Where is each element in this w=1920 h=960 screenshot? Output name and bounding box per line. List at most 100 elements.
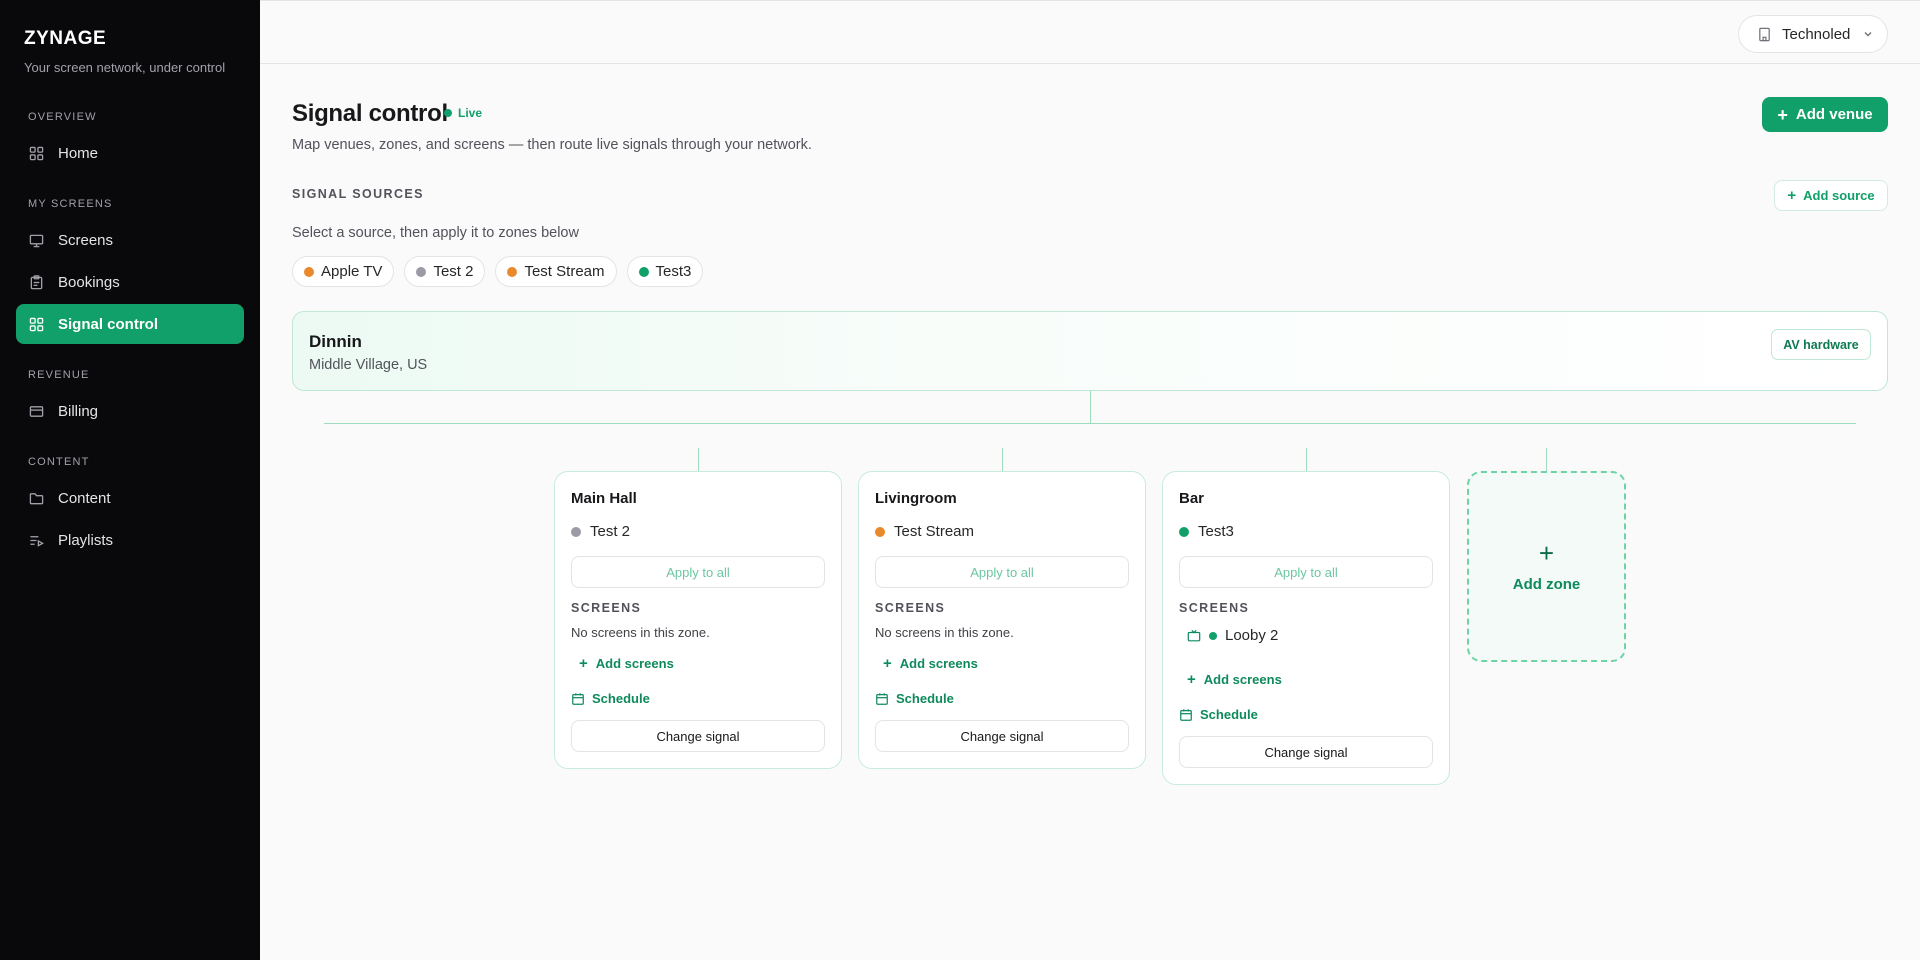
change-signal-button[interactable]: Change signal	[1179, 736, 1433, 768]
connector-line	[698, 448, 699, 471]
status-dot-icon	[571, 526, 581, 537]
plus-icon: +	[1787, 187, 1797, 204]
status-badge: Live	[444, 106, 482, 120]
screen-item[interactable]: Looby 2	[1187, 627, 1278, 644]
venue-location: Middle Village, US	[309, 357, 428, 373]
add-source-button[interactable]: + Add source	[1774, 180, 1888, 211]
zone-signal: Test 2	[571, 523, 630, 540]
sidebar-item-playlists[interactable]: Playlists	[16, 520, 244, 560]
grid-icon	[28, 316, 44, 332]
screens-heading: SCREENS	[571, 601, 642, 615]
status-dot-icon	[875, 526, 885, 537]
status-dot-icon	[416, 266, 427, 277]
add-zone-label: Add zone	[1512, 576, 1581, 593]
live-dot-icon	[444, 109, 452, 117]
screens-heading: SCREENS	[875, 601, 946, 615]
source-chip-label: Test3	[655, 263, 692, 280]
org-name: Technoled	[1782, 25, 1851, 43]
signal-sources-heading: SIGNAL SOURCES	[292, 187, 424, 201]
zone-signal-label: Test3	[1198, 523, 1234, 540]
zone-card-bar[interactable]: Bar Test3 Apply to all SCREENS Looby 2 +…	[1162, 471, 1450, 785]
sidebar-item-screens[interactable]: Screens	[16, 220, 244, 260]
zone-card-main-hall[interactable]: Main Hall Test 2 Apply to all SCREENS No…	[554, 471, 842, 769]
source-chips: Apple TV Test 2 Test Stream Test3	[292, 256, 704, 287]
status-dot-icon	[1179, 526, 1189, 537]
folder-icon	[28, 490, 44, 506]
credit-card-icon	[28, 403, 44, 419]
sidebar-item-label: Billing	[58, 402, 99, 420]
brand-logo: ZYNAGE	[24, 28, 107, 49]
sidebar-item-label: Signal control	[58, 315, 159, 333]
connector-line	[1002, 448, 1003, 471]
zone-signal-label: Test 2	[590, 523, 631, 540]
nav-section-my-screens: MY SCREENS	[28, 198, 113, 210]
venue-card[interactable]: Dinnin Middle Village, US AV hardware	[292, 311, 1888, 391]
apply-to-all-button[interactable]: Apply to all	[1179, 556, 1433, 588]
status-label: Live	[458, 106, 483, 120]
sidebar-item-home[interactable]: Home	[16, 133, 244, 173]
add-screens-button[interactable]: + Add screens	[883, 655, 978, 672]
chevron-down-icon	[1862, 28, 1874, 40]
connector-line	[324, 423, 1856, 424]
schedule-link[interactable]: Schedule	[571, 691, 650, 706]
add-screens-label: Add screens	[1203, 672, 1282, 687]
add-venue-label: Add venue	[1795, 106, 1873, 123]
add-venue-button[interactable]: + Add venue	[1762, 97, 1888, 132]
sidebar-item-label: Bookings	[58, 273, 120, 291]
sidebar: ZYNAGE Your screen network, under contro…	[0, 0, 260, 960]
org-selector[interactable]: Technoled	[1738, 15, 1888, 53]
add-screens-label: Add screens	[595, 656, 674, 671]
zone-name: Bar	[1179, 490, 1205, 507]
change-signal-button[interactable]: Change signal	[875, 720, 1129, 752]
apply-to-all-button[interactable]: Apply to all	[875, 556, 1129, 588]
screens-heading: SCREENS	[1179, 601, 1250, 615]
venue-name: Dinnin	[309, 332, 362, 351]
schedule-link[interactable]: Schedule	[1179, 707, 1258, 722]
status-dot-icon	[507, 266, 518, 277]
source-chip-test-stream[interactable]: Test Stream	[495, 256, 617, 287]
source-chip-test-2[interactable]: Test 2	[404, 256, 486, 287]
change-signal-button[interactable]: Change signal	[571, 720, 825, 752]
schedule-link[interactable]: Schedule	[875, 691, 954, 706]
tv-icon	[1187, 629, 1201, 643]
add-zone-button[interactable]: + Add zone	[1467, 471, 1626, 662]
zone-signal-label: Test Stream	[894, 523, 975, 540]
apply-to-all-button[interactable]: Apply to all	[571, 556, 825, 588]
sidebar-item-label: Playlists	[58, 531, 114, 549]
nav-section-overview: OVERVIEW	[28, 111, 97, 123]
add-screens-button[interactable]: + Add screens	[1187, 671, 1282, 688]
zone-card-livingroom[interactable]: Livingroom Test Stream Apply to all SCRE…	[858, 471, 1146, 769]
plus-icon: +	[1777, 104, 1788, 125]
connector-line	[1306, 448, 1307, 471]
source-chip-label: Test 2	[433, 263, 474, 280]
plus-icon: +	[1187, 671, 1196, 688]
plus-icon: +	[1538, 538, 1555, 568]
av-hardware-button[interactable]: AV hardware	[1771, 329, 1871, 360]
schedule-label: Schedule	[592, 691, 650, 706]
calendar-icon	[1179, 708, 1193, 722]
screen-name: Looby 2	[1225, 627, 1279, 644]
connector-line	[1090, 391, 1091, 423]
plus-icon: +	[579, 655, 588, 672]
calendar-icon	[571, 692, 585, 706]
zone-name: Livingroom	[875, 490, 957, 507]
sidebar-item-signal-control[interactable]: Signal control	[16, 304, 244, 344]
source-chip-label: Apple TV	[321, 263, 383, 280]
playlist-icon	[28, 532, 44, 548]
sidebar-item-bookings[interactable]: Bookings	[16, 262, 244, 302]
status-dot-icon	[1209, 631, 1217, 640]
status-dot-icon	[304, 266, 314, 277]
source-chip-label: Test Stream	[524, 263, 605, 280]
sources-hint: Select a source, then apply it to zones …	[292, 225, 579, 241]
sidebar-item-content[interactable]: Content	[16, 478, 244, 518]
sidebar-item-label: Home	[58, 144, 99, 162]
source-chip-apple-tv[interactable]: Apple TV	[292, 256, 395, 287]
empty-screens-message: No screens in this zone.	[875, 625, 1014, 640]
sidebar-item-billing[interactable]: Billing	[16, 391, 244, 431]
source-chip-test3[interactable]: Test3	[626, 256, 704, 287]
status-dot-icon	[638, 266, 649, 277]
add-screens-button[interactable]: + Add screens	[579, 655, 674, 672]
calendar-icon	[875, 692, 889, 706]
schedule-label: Schedule	[896, 691, 954, 706]
zone-signal: Test Stream	[875, 523, 974, 540]
